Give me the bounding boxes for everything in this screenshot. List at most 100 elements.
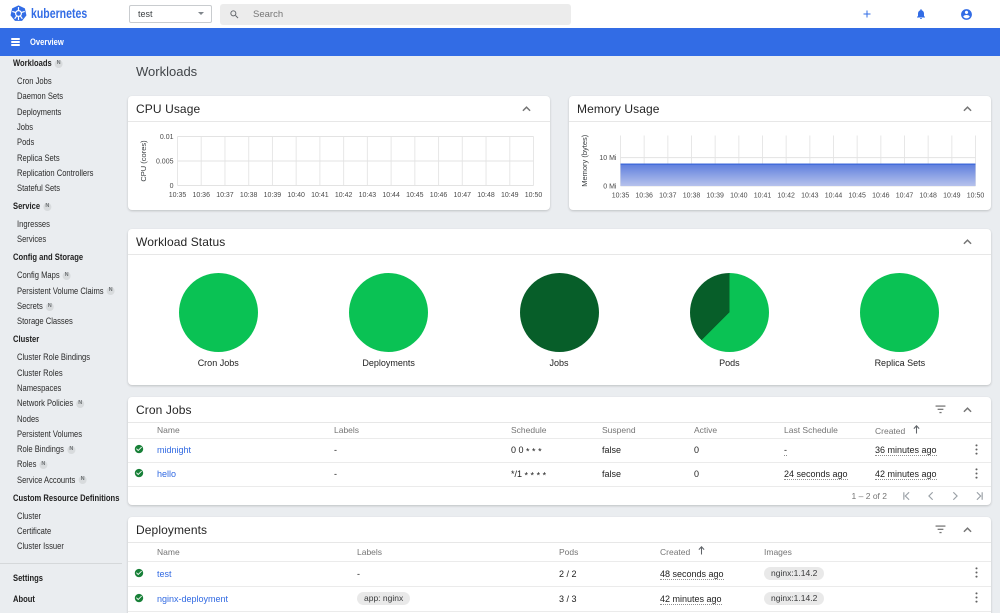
sidebar-item-config-maps[interactable]: Config Maps N [17,269,71,283]
sidebar-label: Workloads [13,58,52,69]
sidebar-item-nodes[interactable]: Nodes [17,412,39,426]
sidebar-item-secrets[interactable]: Secrets N [17,300,54,314]
sidebar-item-about[interactable]: About [13,593,35,607]
sidebar-item-persistent-volume-claims[interactable]: Persistent Volume Claims N [17,284,115,298]
collapse-cpu-card-button[interactable] [513,96,540,121]
sidebar-item-network-policies[interactable]: Network Policies N [17,397,85,411]
sidebar-item-cluster-issuer[interactable]: Cluster Issuer [17,540,64,554]
account-button[interactable] [952,0,980,28]
column-header-created[interactable]: Created [653,543,757,561]
chevron-right-icon [952,491,958,501]
sidebar-item-pods[interactable]: Pods [17,136,34,150]
resource-link[interactable]: test [157,569,172,579]
kubernetes-logo-icon [10,5,27,21]
notifications-button[interactable] [907,0,935,28]
sidebar-item-settings[interactable]: Settings [13,572,43,586]
data-table: Name Labels Pods Created Images test - 2 / 2… [128,543,991,612]
menu-bar [10,44,20,46]
svg-text:10:46: 10:46 [872,193,890,200]
column-header-name[interactable]: Name [150,543,350,561]
row-menu-button[interactable] [962,438,991,462]
collapse-deployments-button[interactable] [954,517,981,542]
sidebar-item-replica-sets[interactable]: Replica Sets [17,151,60,165]
name-cell: test [150,561,350,586]
svg-text:10:37: 10:37 [659,193,677,200]
sidebar-section-service[interactable]: Service N [13,200,52,214]
sidebar-item-jobs[interactable]: Jobs [17,120,33,134]
sidebar-item-cluster-role-bindings[interactable]: Cluster Role Bindings [17,351,90,365]
resource-link[interactable]: hello [157,469,176,479]
column-header-suspend[interactable]: Suspend [595,423,687,438]
bell-icon [917,9,925,19]
sidebar-item-namespaces[interactable]: Namespaces [17,381,61,395]
sidebar-item-certificate[interactable]: Certificate [17,525,51,539]
menu-icon[interactable] [10,38,20,46]
column-header-labels[interactable]: Labels [350,543,552,561]
kubernetes-logo-lockup[interactable]: kubernetes [10,5,103,23]
resource-link[interactable]: nginx-deployment [157,594,228,604]
column-header-pods[interactable]: Pods [552,543,653,561]
search-bar[interactable] [220,3,571,25]
collapse-status-card-button[interactable] [954,229,981,254]
previous-page-button[interactable] [919,487,943,506]
sidebar-item-deployments[interactable]: Deployments [17,105,61,119]
deployments-card-header: Deployments [128,517,991,543]
sidebar-section-workloads[interactable]: Workloads N [13,57,63,71]
svg-text:10:35: 10:35 [169,192,187,199]
last-page-button[interactable] [967,487,991,506]
column-header-last-schedule[interactable]: Last Schedule [777,423,868,438]
sidebar-item-cluster[interactable]: Cluster [17,509,41,523]
sidebar-label: Cluster [13,334,40,346]
last-schedule-cell: 24 seconds ago [777,462,868,486]
sidebar-item-stateful-sets[interactable]: Stateful Sets [17,182,60,196]
sidebar-label: Cluster Role Bindings [17,352,91,364]
sidebar-item-daemon-sets[interactable]: Daemon Sets [17,90,63,104]
suspend-cell: false [602,469,622,479]
collapse-cron-jobs-button[interactable] [954,397,981,422]
collapse-memory-card-button[interactable] [954,96,981,121]
deployments-card: Deployments Name Labels Pods Created Images … [128,517,991,613]
filter-cron-jobs-button[interactable] [927,397,954,422]
row-menu-button[interactable] [962,561,991,586]
sidebar-item-replication-controllers[interactable]: Replication Controllers [17,166,93,180]
column-header-images[interactable]: Images [757,543,962,561]
sidebar-item-service-accounts[interactable]: Service Accounts N [17,473,87,487]
sidebar-item-persistent-volumes[interactable]: Persistent Volumes [17,427,82,441]
status-cell [128,462,150,486]
table-body: test - 2 / 2 48 seconds ago nginx:1.14.2… [128,561,991,611]
sidebar-section-custom-resource-definitions[interactable]: Custom Resource Definitions [13,491,119,505]
column-header-active[interactable]: Active [687,423,777,438]
sidebar-section-cluster[interactable]: Cluster [13,333,39,347]
workload-status-card: Workload Status Cron Jobs Deployments Jobs… [128,229,991,385]
workload-status-card-header: Workload Status [128,229,991,255]
cpu-usage-card: CPU Usage 0 0.005 0.01 10:35 10:36 10:37 10:38… [128,96,550,210]
column-header-schedule[interactable]: Schedule [504,423,595,438]
pie-chart [349,273,429,352]
sidebar-item-services[interactable]: Services [17,233,46,247]
area-chart-svg: 0 0.005 0.01 10:35 10:36 10:37 10:38 10:39 10:40… [139,134,542,199]
column-header-name[interactable]: Name [150,423,327,438]
namespace-select[interactable]: test [129,4,212,23]
row-menu-button[interactable] [962,586,991,611]
sidebar-item-storage-classes[interactable]: Storage Classes [17,315,73,329]
first-page-button[interactable] [895,487,919,506]
sidebar-item-role-bindings[interactable]: Role Bindings N [17,443,76,457]
svg-text:10:39: 10:39 [706,193,724,200]
pie-chart [689,273,769,352]
create-resource-button[interactable] [853,0,881,28]
sidebar-item-roles[interactable]: Roles N [17,458,48,472]
sidebar-item-cluster-roles[interactable]: Cluster Roles [17,366,63,380]
relative-time: 42 minutes ago [660,593,722,605]
actions-column-header [962,543,991,561]
column-header-created[interactable]: Created [868,423,962,438]
next-page-button[interactable] [943,487,967,506]
sidebar-section-config-and-storage[interactable]: Config and Storage [13,251,83,265]
column-header-labels[interactable]: Labels [327,423,504,438]
row-menu-button[interactable] [962,462,991,486]
sidebar-item-ingresses[interactable]: Ingresses [17,218,50,232]
sidebar-label: Service [13,201,41,213]
resource-link[interactable]: midnight [157,445,191,455]
search-input[interactable] [253,8,533,20]
sidebar-item-cron-jobs[interactable]: Cron Jobs [17,75,52,89]
filter-deployments-button[interactable] [927,517,954,542]
